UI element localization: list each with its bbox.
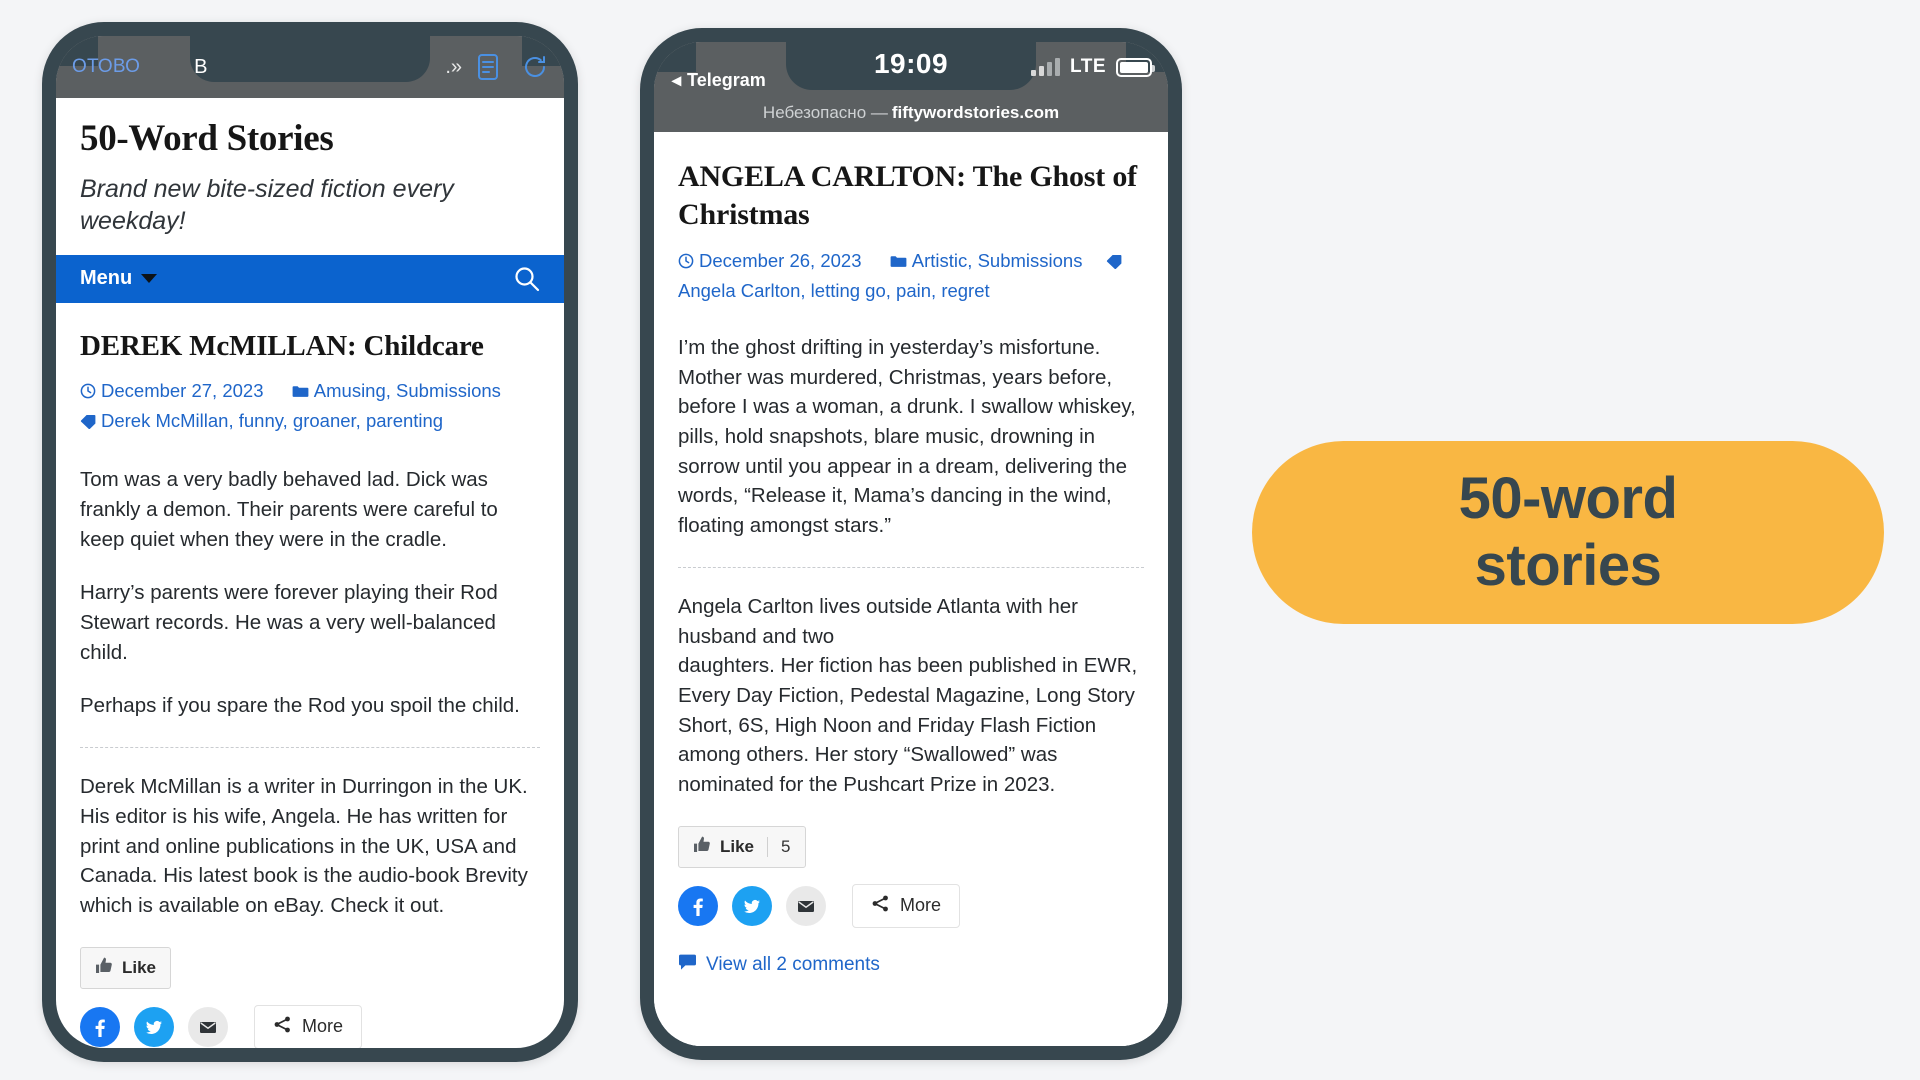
- left-article: DEREK McMILLAN: Childcare December 27, 2…: [56, 303, 564, 1048]
- left-status-text: ОТОВО: [72, 56, 141, 77]
- site-menu-bar[interactable]: Menu: [56, 254, 564, 303]
- url-domain: fiftywordstories.com: [891, 103, 1060, 122]
- battery-icon: [1116, 57, 1155, 77]
- article-tag-0[interactable]: Angela Carlton: [678, 280, 800, 301]
- back-triangle-icon: ◂: [672, 70, 682, 90]
- article-divider: [80, 747, 540, 749]
- clock-icon: [678, 249, 694, 277]
- article-paragraph: Harry’s parents were forever playing the…: [80, 581, 498, 664]
- clock-icon: [80, 379, 96, 407]
- article-paragraph: I’m the ghost drifting in yesterday’s mi…: [678, 335, 1136, 538]
- article-divider: [678, 566, 1144, 568]
- article-tag-3[interactable]: regret: [941, 280, 989, 301]
- article-paragraph: Perhaps if you spare the Rod you spoil t…: [80, 694, 520, 718]
- menu-button-label[interactable]: Menu: [80, 267, 132, 290]
- left-like-row: Like More: [80, 946, 540, 1048]
- back-to-app-label: Telegram: [687, 70, 766, 90]
- article-title: DEREK McMILLAN: Childcare: [80, 329, 484, 362]
- tag-icon: [80, 409, 96, 437]
- facebook-icon[interactable]: [678, 885, 718, 926]
- article-meta: December 26, 2023 Artistic, Submissions …: [678, 247, 1144, 305]
- article-category-0[interactable]: Artistic: [912, 250, 968, 271]
- email-icon[interactable]: [786, 885, 826, 926]
- article-tag-2[interactable]: groaner: [293, 410, 356, 431]
- brand-badge-text: 50-word stories: [1459, 466, 1678, 599]
- brand-badge-line2: stories: [1474, 532, 1662, 598]
- search-icon[interactable]: [513, 265, 540, 292]
- like-button[interactable]: Like: [80, 946, 172, 989]
- author-bio-line2: daughters. Her fiction has been publishe…: [678, 654, 1138, 797]
- article-category-1[interactable]: Submissions: [978, 250, 1083, 271]
- more-share-button[interactable]: More: [254, 1004, 363, 1048]
- more-share-label: More: [302, 1016, 344, 1037]
- folder-icon: [890, 249, 907, 277]
- right-phone-screen: 19:09 ◂ Telegram LTE Небезопасно — fifty…: [654, 42, 1168, 1046]
- site-header: 50-Word Stories Brand new bite-sized fic…: [56, 98, 564, 255]
- comment-icon: [678, 954, 697, 977]
- view-comments-label: View all 2 comments: [706, 954, 880, 976]
- article-tag-1[interactable]: funny: [239, 410, 283, 431]
- article-meta: December 27, 2023 Amusing, Submissions D…: [80, 377, 540, 437]
- right-browser-chrome: 19:09 ◂ Telegram LTE Небезопасно — fifty…: [654, 42, 1168, 132]
- left-tab-title[interactable]: В: [140, 56, 445, 79]
- right-article: ANGELA CARLTON: The Ghost of Christmas D…: [654, 132, 1168, 977]
- page-bottom-bleed: [654, 1024, 1168, 1046]
- twitter-icon[interactable]: [134, 1006, 174, 1047]
- reload-icon[interactable]: [522, 54, 548, 80]
- signal-bars-icon: [1031, 58, 1061, 76]
- thumbs-up-icon: [693, 836, 711, 858]
- site-title: 50-Word Stories: [80, 118, 334, 159]
- article-date[interactable]: December 27, 2023: [101, 380, 264, 401]
- more-share-label: More: [900, 895, 942, 916]
- article-category-1[interactable]: Submissions: [396, 380, 501, 401]
- left-phone-frame: ОТОВО В .» 50-Word Stories Brand new bit…: [42, 22, 578, 1062]
- back-to-app-button[interactable]: ◂ Telegram: [672, 70, 766, 91]
- article-tag-3[interactable]: parenting: [366, 410, 443, 431]
- chrome-overflow-chevrons[interactable]: .»: [445, 56, 462, 79]
- twitter-icon[interactable]: [732, 885, 772, 926]
- url-bar[interactable]: Небезопасно — fiftywordstories.com: [654, 98, 1168, 132]
- left-share-row: More: [80, 1004, 540, 1048]
- article-tag-2[interactable]: pain: [896, 280, 931, 301]
- share-icon: [273, 1015, 292, 1039]
- article-title: ANGELA CARLTON: The Ghost of Christmas: [678, 160, 1137, 231]
- view-comments-link[interactable]: View all 2 comments: [678, 954, 1144, 977]
- author-bio: Derek McMillan is a writer in Durringon …: [80, 775, 528, 918]
- author-bio-line1: Angela Carlton lives outside Atlanta wit…: [678, 594, 1078, 648]
- like-count: 5: [767, 836, 791, 857]
- article-tag-0[interactable]: Derek McMillan: [101, 410, 228, 431]
- security-label: Небезопасно —: [762, 103, 888, 122]
- like-button-label: Like: [720, 836, 755, 856]
- site-tagline: Brand new bite-sized fiction every weekd…: [80, 174, 454, 235]
- like-button[interactable]: Like 5: [678, 825, 806, 868]
- more-share-button[interactable]: More: [852, 883, 961, 928]
- article-paragraph: Tom was a very badly behaved lad. Dick w…: [80, 468, 498, 551]
- brand-badge: 50-word stories: [1252, 441, 1884, 624]
- tag-icon: [1106, 249, 1122, 277]
- left-phone-screen: ОТОВО В .» 50-Word Stories Brand new bit…: [56, 36, 564, 1048]
- right-like-row: Like 5 More: [678, 825, 1144, 928]
- email-icon[interactable]: [188, 1006, 228, 1047]
- chevron-down-icon[interactable]: [141, 274, 158, 284]
- left-browser-chrome: ОТОВО В .»: [56, 36, 564, 98]
- thumbs-up-icon: [95, 957, 113, 979]
- article-tag-1[interactable]: letting go: [811, 280, 886, 301]
- share-icon: [871, 894, 890, 918]
- like-button-label: Like: [122, 957, 157, 977]
- facebook-icon[interactable]: [80, 1006, 120, 1047]
- reader-view-icon[interactable]: [476, 53, 500, 81]
- network-type-label: LTE: [1070, 56, 1106, 77]
- right-share-row: More: [678, 883, 1144, 928]
- folder-icon: [292, 379, 309, 407]
- ios-status-bar: 19:09 ◂ Telegram LTE: [654, 42, 1168, 98]
- article-date[interactable]: December 26, 2023: [699, 250, 862, 271]
- article-category-0[interactable]: Amusing: [314, 380, 386, 401]
- brand-badge-line1: 50-word: [1458, 465, 1678, 531]
- right-phone-frame: 19:09 ◂ Telegram LTE Небезопасно — fifty…: [640, 28, 1182, 1060]
- right-page-body: ANGELA CARLTON: The Ghost of Christmas D…: [654, 132, 1168, 1046]
